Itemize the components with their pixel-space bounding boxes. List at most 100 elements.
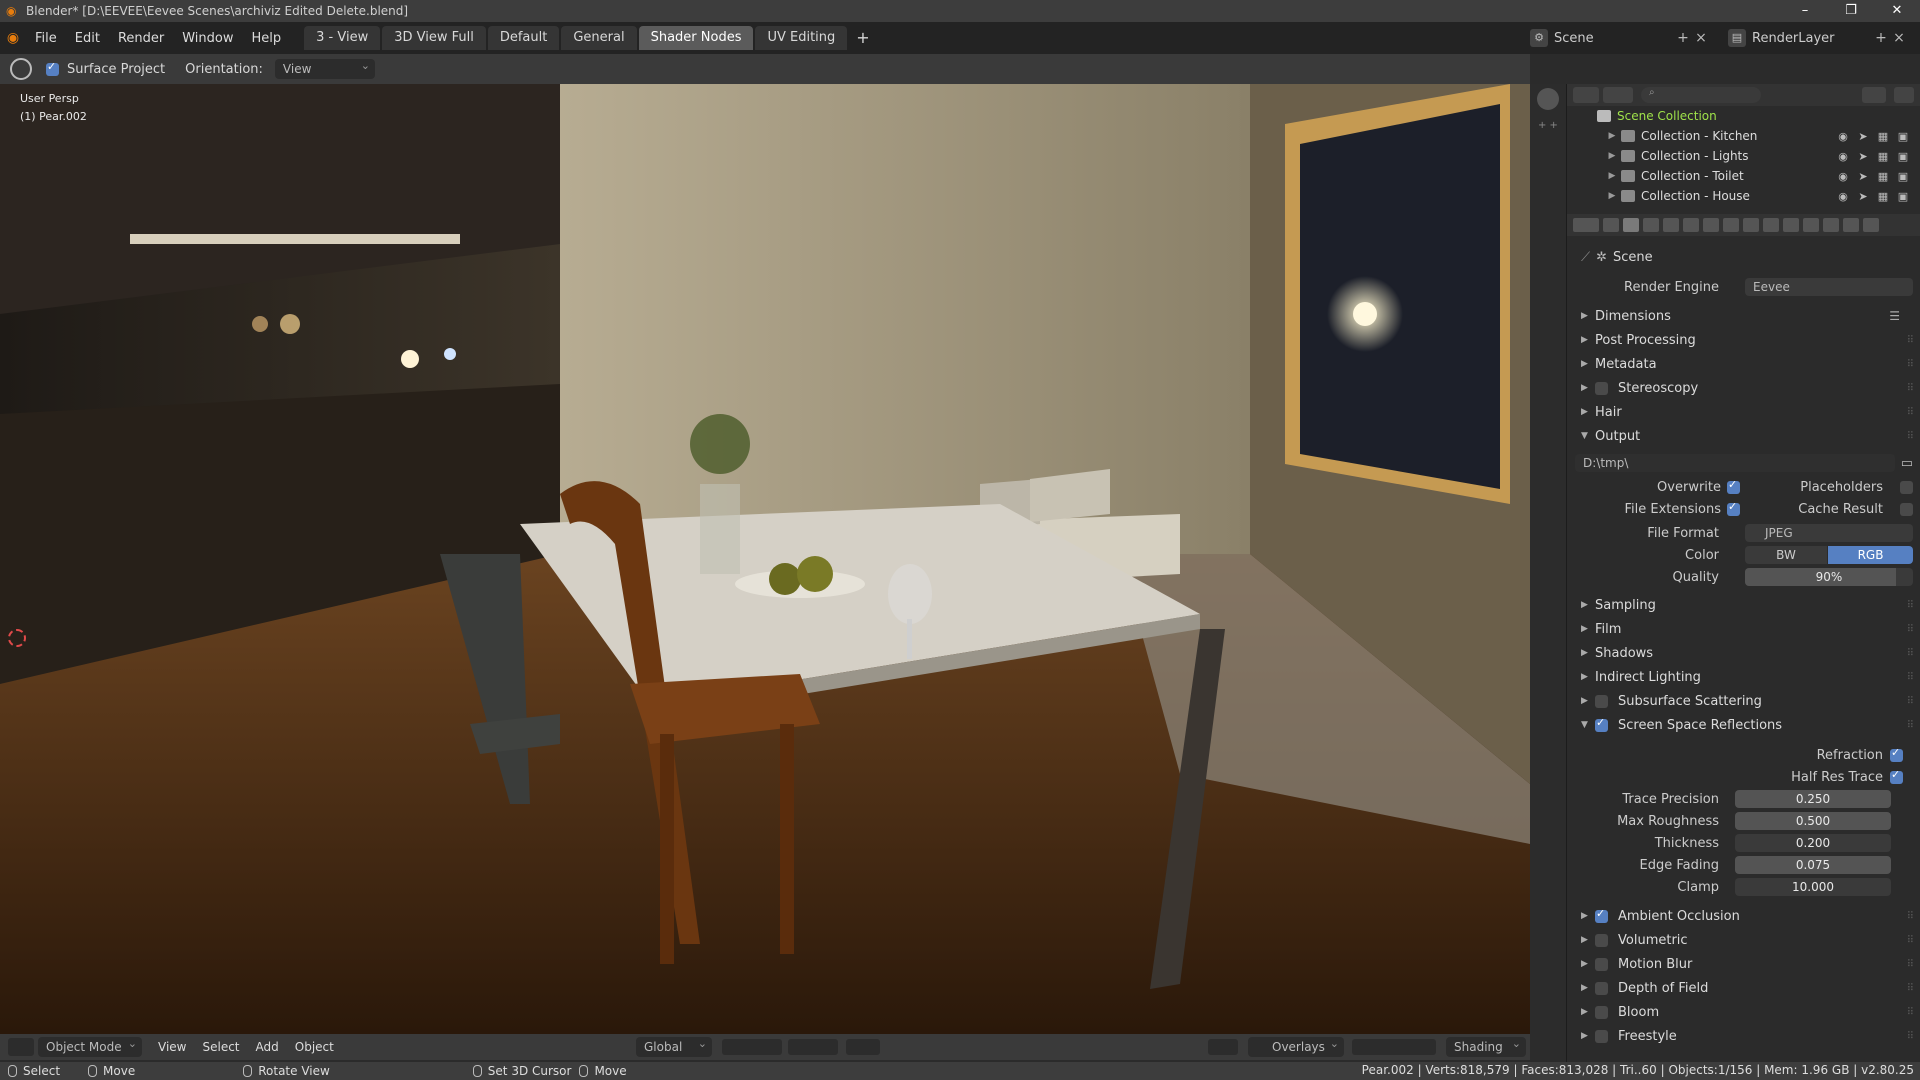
preferences-icon[interactable] (1537, 88, 1559, 110)
constraints-tab-icon[interactable] (1803, 218, 1819, 232)
physics-tab-icon[interactable] (1783, 218, 1799, 232)
subsurface-checkbox[interactable] (1595, 694, 1608, 708)
drag-handle-icon[interactable]: ⠿ (1907, 720, 1914, 731)
menu-render[interactable]: Render (109, 31, 173, 46)
panel-output[interactable]: ▼ Output ⠿ (1567, 425, 1920, 447)
color-bw-option[interactable]: BW (1745, 546, 1827, 564)
orientation-dropdown[interactable]: View (274, 56, 375, 79)
tab-3d-view-full[interactable]: 3D View Full (382, 26, 486, 50)
object-tab-icon[interactable] (1723, 218, 1739, 232)
material-tab-icon[interactable] (1843, 218, 1859, 232)
panel-post-processing[interactable]: ▶ Post Processing ⠿ (1567, 329, 1920, 351)
outliner-item-lights[interactable]: ▶ Collection - Lights ◉ ➤ ▦ ▣ (1567, 146, 1920, 166)
panel-screen-space-reflections[interactable]: ▼Screen Space Reflections⠿ (1567, 714, 1920, 736)
outliner-item-toilet[interactable]: ▶ Collection - Toilet ◉ ➤ ▦ ▣ (1567, 166, 1920, 186)
scene-name[interactable]: Scene (1554, 31, 1674, 46)
tool-tab-icon[interactable] (1603, 218, 1619, 232)
close-icon[interactable]: ✕ (1874, 0, 1920, 22)
new-scene-icon[interactable]: + (1674, 30, 1692, 46)
search-icon[interactable]: ⌕ (1641, 87, 1761, 103)
surface-project-checkbox[interactable] (46, 60, 59, 76)
outliner-item-kitchen[interactable]: ▶ Collection - Kitchen ◉ ➤ ▦ ▣ (1567, 126, 1920, 146)
motion-blur-checkbox[interactable] (1595, 957, 1608, 971)
panel-ambient-occlusion[interactable]: ▶Ambient Occlusion⠿ (1567, 905, 1920, 927)
outliner-scene-collection[interactable]: Scene Collection (1567, 106, 1920, 126)
render-layer-name[interactable]: RenderLayer (1752, 31, 1872, 46)
drag-handle-icon[interactable]: ⠿ (1907, 911, 1914, 922)
freestyle-checkbox[interactable] (1595, 1029, 1608, 1043)
view-layer-tab-icon[interactable] (1663, 218, 1679, 232)
world-tab-icon[interactable] (1703, 218, 1719, 232)
clamp-field[interactable]: 10.000 (1735, 878, 1891, 896)
color-rgb-option[interactable]: RGB (1828, 546, 1913, 564)
expand-arrow-icon[interactable]: ▶ (1605, 191, 1619, 201)
expand-arrow-icon[interactable]: ▶ (1605, 171, 1619, 181)
panel-metadata[interactable]: ▶ Metadata ⠿ (1567, 353, 1920, 375)
new-render-layer-icon[interactable]: + (1872, 30, 1890, 46)
menu-file[interactable]: File (26, 31, 66, 46)
max-roughness-field[interactable]: 0.500 (1735, 812, 1891, 830)
data-tab-icon[interactable] (1823, 218, 1839, 232)
minimize-icon[interactable]: – (1782, 0, 1828, 22)
drag-handle-icon[interactable]: ⠿ (1907, 335, 1914, 346)
quality-slider[interactable]: 90% (1745, 568, 1913, 586)
panel-dimensions[interactable]: ▶ Dimensions ☰ (1567, 305, 1920, 327)
render-engine-dropdown[interactable]: Eevee (1745, 278, 1913, 296)
shading-mode-icons[interactable] (1352, 1039, 1436, 1055)
expand-arrow-icon[interactable]: ▶ (1605, 131, 1619, 141)
scene-selector[interactable]: ⚙ Scene + × (1530, 27, 1710, 49)
depth-of-field-checkbox[interactable] (1595, 981, 1608, 995)
menu-help[interactable]: Help (243, 31, 291, 46)
snap-icon[interactable] (722, 1039, 782, 1055)
drag-handle-icon[interactable]: ⠿ (1907, 600, 1914, 611)
add-workspace-button[interactable]: + (849, 26, 876, 50)
drag-handle-icon[interactable]: ⠿ (1907, 1031, 1914, 1042)
3d-viewport[interactable]: User Persp (1) Pear.002 (0, 84, 1530, 1034)
panel-film[interactable]: ▶ Film ⠿ (1567, 618, 1920, 640)
visibility-toggles[interactable]: ◉ ➤ ▦ ▣ (1836, 130, 1910, 143)
render-layer-selector[interactable]: ▤ RenderLayer + × (1728, 27, 1908, 49)
drag-handle-icon[interactable]: ⠿ (1907, 383, 1914, 394)
proportional-edit-icon[interactable] (788, 1039, 838, 1055)
menu-add[interactable]: Add (248, 1040, 287, 1054)
menu-object[interactable]: Object (287, 1040, 342, 1054)
folder-icon[interactable]: ▭ (1901, 456, 1913, 471)
3d-cursor-icon[interactable] (8, 629, 26, 647)
cache-result-checkbox[interactable] (1900, 502, 1913, 516)
region-toggle-icon[interactable]: + + (1538, 120, 1558, 131)
panel-hair[interactable]: ▶ Hair ⠿ (1567, 401, 1920, 423)
modifiers-tab-icon[interactable] (1743, 218, 1759, 232)
shading-dropdown[interactable]: Shading (1446, 1034, 1526, 1057)
mode-dropdown[interactable]: Object Mode (38, 1034, 142, 1057)
outliner-editor-icon[interactable] (1573, 87, 1599, 103)
transform-orientation-dropdown[interactable]: Global (636, 1034, 712, 1057)
gizmo-icon[interactable] (846, 1039, 880, 1055)
restore-icon[interactable]: ❐ (1828, 0, 1874, 22)
editor-type-icon[interactable] (8, 1038, 34, 1056)
drag-handle-icon[interactable]: ⠿ (1907, 407, 1914, 418)
half-res-checkbox[interactable] (1890, 768, 1903, 784)
trace-precision-field[interactable]: 0.250 (1735, 790, 1891, 808)
overlays-dropdown[interactable]: Overlays (1248, 1034, 1344, 1057)
tab-default[interactable]: Default (487, 26, 560, 50)
drag-handle-icon[interactable]: ⠿ (1907, 672, 1914, 683)
visibility-toggles[interactable]: ◉ ➤ ▦ ▣ (1836, 150, 1910, 163)
refraction-checkbox[interactable] (1890, 746, 1903, 762)
panel-motion-blur[interactable]: ▶ Motion Blur ⠿ (1567, 953, 1920, 975)
placeholders-checkbox[interactable] (1900, 480, 1913, 494)
panel-shadows[interactable]: ▶ Shadows ⠿ (1567, 642, 1920, 664)
delete-render-layer-icon[interactable]: × (1890, 30, 1908, 46)
pin-icon[interactable]: ⟋ (1581, 250, 1590, 265)
drag-handle-icon[interactable]: ⠿ (1907, 1007, 1914, 1018)
filter-icon[interactable] (1862, 87, 1886, 103)
drag-handle-icon[interactable]: ⠿ (1907, 624, 1914, 635)
texture-tab-icon[interactable] (1863, 218, 1879, 232)
drag-handle-icon[interactable]: ⠿ (1907, 431, 1914, 442)
panel-volumetric[interactable]: ▶ Volumetric ⠿ (1567, 929, 1920, 951)
expand-arrow-icon[interactable]: ▶ (1605, 151, 1619, 161)
tab-uv-editing[interactable]: UV Editing (755, 26, 848, 50)
drag-handle-icon[interactable]: ⠿ (1907, 359, 1914, 370)
panel-depth-of-field[interactable]: ▶ Depth of Field ⠿ (1567, 977, 1920, 999)
edge-fading-field[interactable]: 0.075 (1735, 856, 1891, 874)
menu-window[interactable]: Window (173, 31, 242, 46)
